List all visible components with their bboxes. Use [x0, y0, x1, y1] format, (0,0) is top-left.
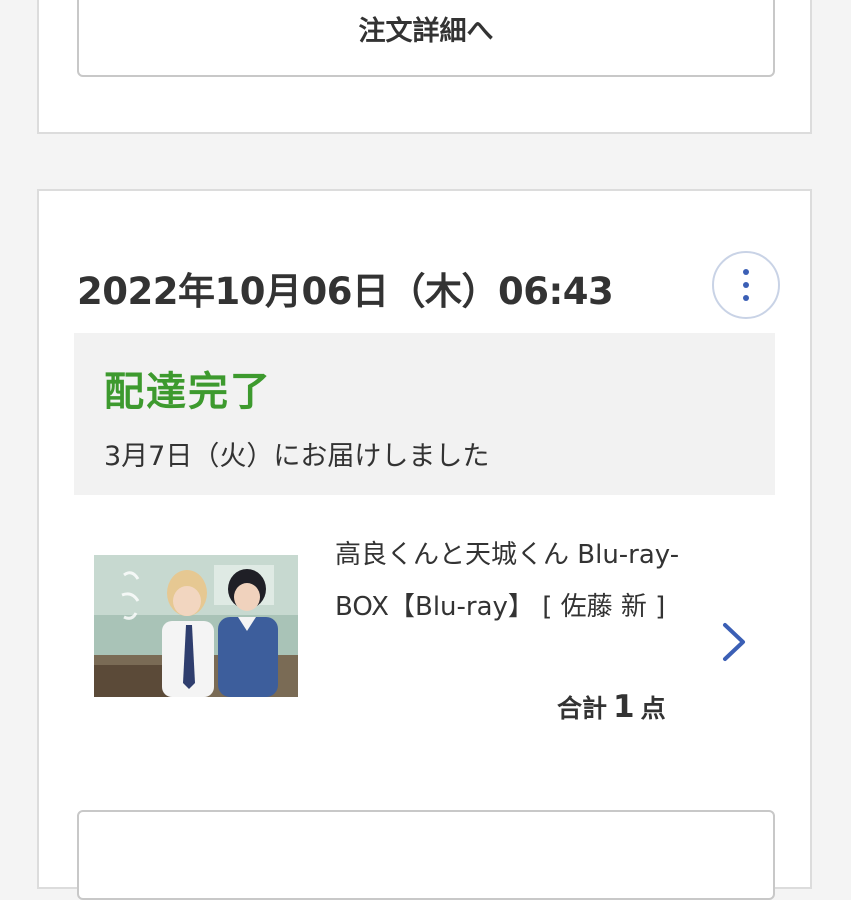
order-detail-button[interactable]: 注文詳細へ: [77, 0, 775, 77]
order-datetime: 2022年10月06日（木）06:43: [77, 270, 614, 313]
more-options-button[interactable]: [712, 251, 780, 319]
order-total-count: 合計 1 点: [557, 689, 666, 725]
order-card: 2022年10月06日（木）06:43 配達完了 3月7日（火）にお届けしました: [37, 189, 812, 900]
product-thumbnail[interactable]: [94, 555, 298, 697]
total-prefix: 合計: [557, 694, 608, 723]
delivery-status-subtitle: 3月7日（火）にお届けしました: [104, 441, 490, 472]
chevron-right-icon[interactable]: [717, 619, 749, 665]
delivery-status-box: 配達完了 3月7日（火）にお届けしました: [74, 333, 775, 495]
product-image: [94, 555, 298, 697]
more-dot-icon: [743, 269, 749, 275]
more-dot-icon: [743, 282, 749, 288]
delivery-status-title: 配達完了: [104, 369, 272, 415]
order-card-previous: 注文詳細へ: [37, 0, 812, 134]
more-dot-icon: [743, 295, 749, 301]
total-suffix: 点: [640, 694, 666, 723]
next-action-button[interactable]: [77, 810, 775, 900]
total-number: 1: [613, 689, 635, 725]
product-title[interactable]: 高良くんと天城くん Blu-ray-BOX【Blu-ray】 [ 佐藤 新 ]: [335, 529, 685, 633]
